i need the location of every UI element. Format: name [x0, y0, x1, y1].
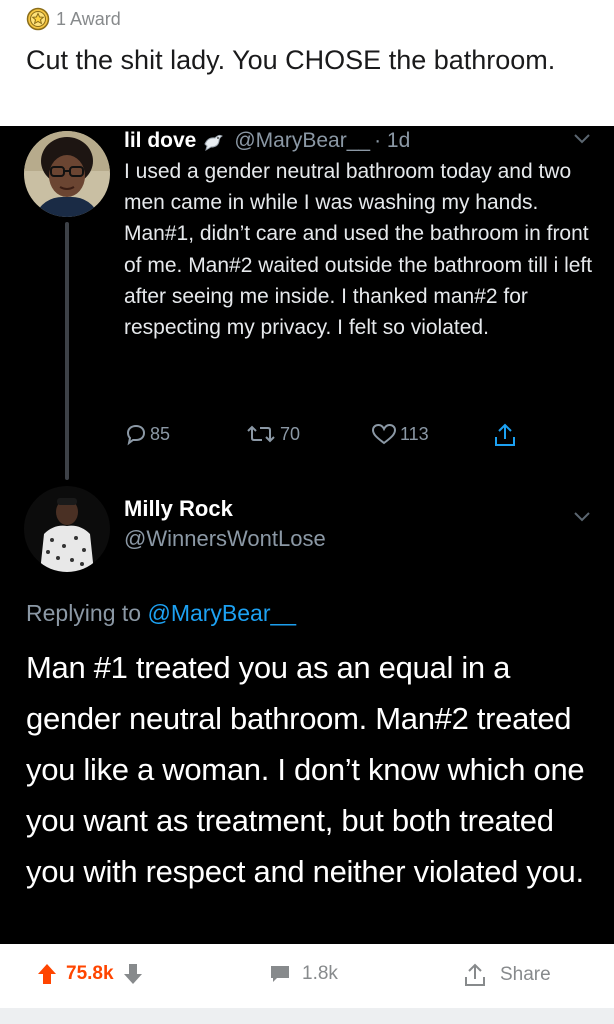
upvote-arrow-icon[interactable] — [36, 962, 58, 986]
share-icon — [495, 423, 515, 446]
award-badge-icon — [26, 7, 50, 31]
replying-to: Replying to @MaryBear__ — [26, 600, 296, 627]
vote-controls: 75.8k — [36, 962, 144, 986]
retweet-count: 70 — [280, 423, 301, 444]
comments-button[interactable]: 1.8k — [268, 962, 338, 986]
chevron-down-icon[interactable] — [572, 510, 592, 524]
share-button[interactable]: Share — [462, 962, 551, 988]
comment-count: 1.8k — [302, 963, 338, 984]
award-count: 1 Award — [56, 8, 121, 29]
chevron-down-icon[interactable] — [572, 132, 592, 146]
tweet-header: lil dove @MaryBear__ · 1d — [124, 126, 410, 156]
avatar — [24, 131, 110, 217]
comment-icon — [271, 966, 289, 982]
retweet-action[interactable]: 70 — [244, 422, 300, 446]
vote-count: 75.8k — [66, 963, 114, 984]
reply-icon — [126, 424, 146, 446]
like-action[interactable]: 113 — [370, 422, 429, 446]
post-action-bar: 75.8k 1.8k Share — [0, 944, 614, 1008]
reply-author-name[interactable]: Milly Rock — [124, 496, 233, 522]
reply-author-handle[interactable]: @WinnersWontLose — [124, 526, 326, 552]
bottom-divider — [0, 1008, 614, 1024]
replying-mention[interactable]: @MaryBear__ — [147, 600, 296, 626]
tweet-time: · 1d — [374, 129, 411, 152]
share-icon — [465, 963, 485, 986]
like-count: 113 — [400, 423, 429, 444]
share-label: Share — [500, 964, 551, 985]
tweet-author-handle[interactable]: @MaryBear__ — [234, 129, 370, 153]
reply-count: 85 — [150, 423, 171, 444]
tweet-screenshot: lil dove @MaryBear__ · 1d I used a gende… — [0, 126, 614, 944]
dove-emoji-icon — [204, 134, 224, 152]
post-title[interactable]: Cut the shit lady. You CHOSE the bathroo… — [26, 42, 586, 79]
reply-action[interactable]: 85 — [124, 422, 170, 446]
thread-line — [65, 222, 69, 480]
tweet-actions: 85 70 113 — [124, 422, 544, 450]
reply-text: Man #1 treated you as an equal in a gend… — [26, 650, 585, 889]
retweet-icon — [247, 425, 275, 443]
replying-prefix: Replying to — [26, 600, 148, 626]
tweet-text: I used a gender neutral bathroom today a… — [124, 160, 593, 340]
share-action[interactable] — [492, 422, 520, 448]
heart-icon — [371, 423, 397, 445]
tweet-author-name[interactable]: lil dove — [124, 129, 196, 153]
award-row[interactable]: 1 Award — [26, 6, 121, 32]
downvote-arrow-icon[interactable] — [122, 962, 144, 986]
avatar — [24, 486, 110, 572]
